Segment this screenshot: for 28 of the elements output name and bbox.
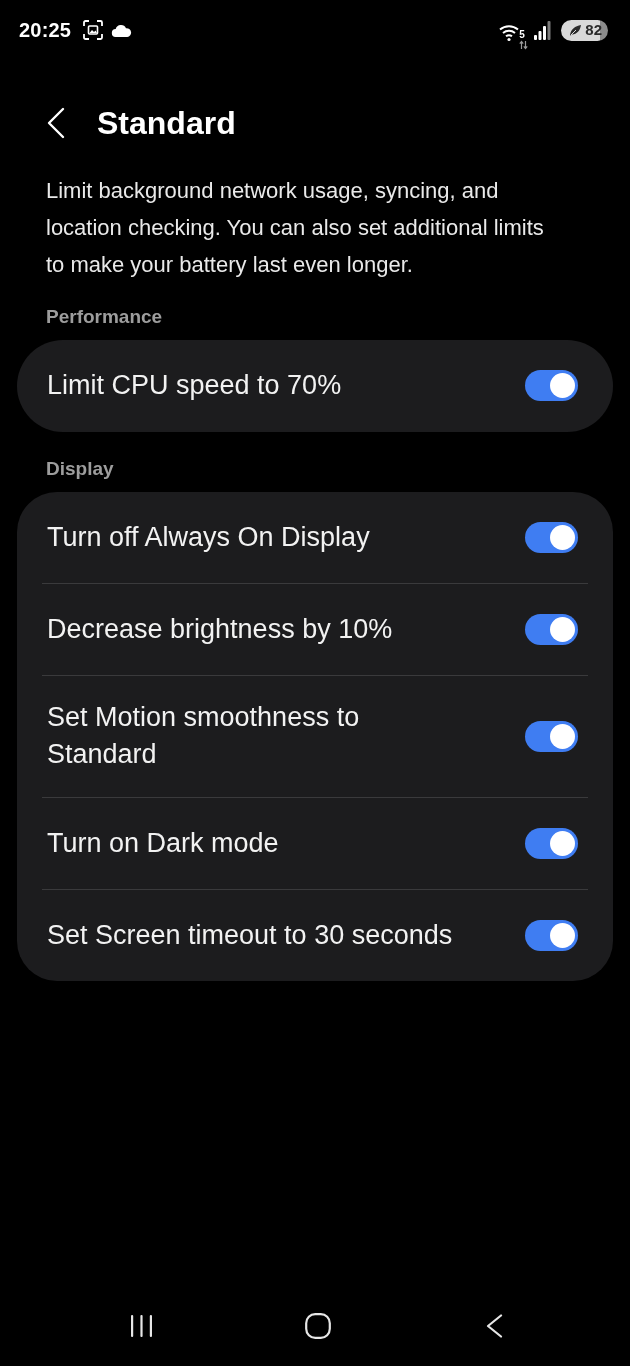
leaf-icon bbox=[569, 24, 583, 36]
recent-apps-icon[interactable] bbox=[130, 1314, 153, 1338]
toggle-switch[interactable] bbox=[525, 720, 578, 752]
wifi-standard-label: 5 bbox=[519, 29, 525, 40]
setting-label: Turn off Always On Display bbox=[47, 520, 370, 554]
setting-label: Set Motion smoothness to Standard bbox=[47, 701, 361, 771]
wifi-icon bbox=[499, 22, 520, 42]
setting-label: Turn on Dark mode bbox=[47, 826, 279, 860]
page-title: Standard bbox=[97, 104, 236, 143]
setting-label: Decrease brightness by 10% bbox=[47, 612, 393, 646]
toggle-switch[interactable] bbox=[525, 827, 578, 859]
back-icon[interactable] bbox=[486, 1314, 503, 1338]
status-time: 20:25 bbox=[19, 18, 72, 43]
toggle-switch[interactable] bbox=[525, 919, 578, 951]
home-icon[interactable] bbox=[305, 1313, 331, 1339]
toggle-switch[interactable] bbox=[525, 370, 578, 401]
setting-label: Limit CPU speed to 70% bbox=[47, 369, 342, 402]
toggle-switch[interactable] bbox=[525, 521, 578, 553]
section-header: Display bbox=[46, 457, 114, 481]
toggle-switch[interactable] bbox=[525, 613, 578, 645]
setting-label: Set Screen timeout to 30 seconds bbox=[47, 918, 453, 952]
description-text: Limit background network usage, syncing, and location checking. You can also set additional limits to make your battery last even longer. bbox=[46, 177, 545, 279]
battery-percent: 82 bbox=[585, 19, 602, 40]
cloud-icon bbox=[111, 23, 133, 37]
data-arrows-icon bbox=[519, 39, 529, 50]
section-header: Performance bbox=[46, 305, 163, 329]
screenshot-icon bbox=[83, 20, 104, 40]
signal-icon bbox=[534, 20, 552, 40]
